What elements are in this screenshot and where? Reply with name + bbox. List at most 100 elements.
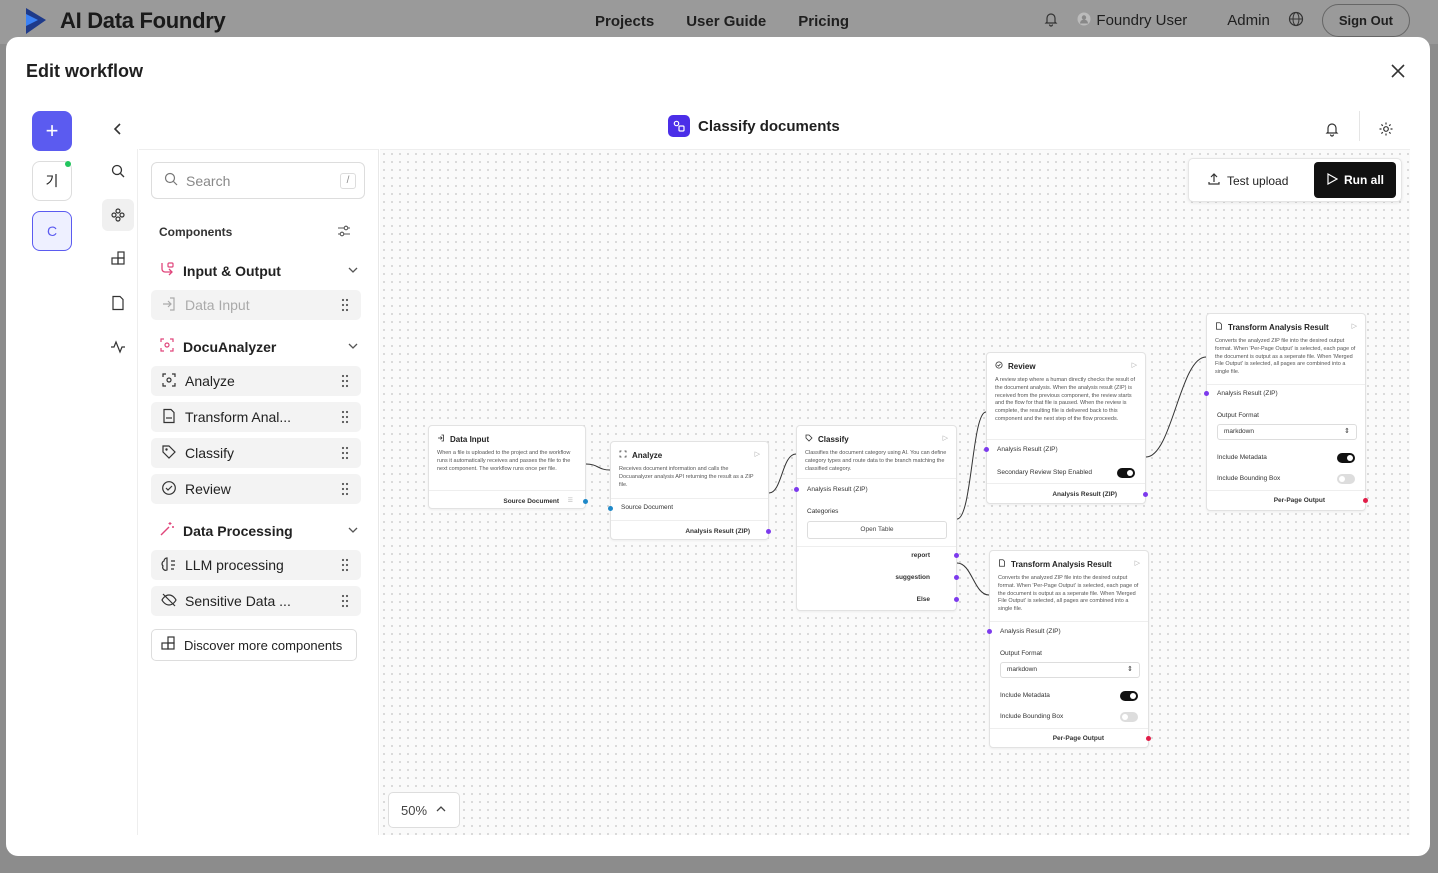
gear-icon[interactable] bbox=[1378, 121, 1394, 142]
drag-handle-icon[interactable] bbox=[341, 482, 349, 499]
output-port[interactable] bbox=[766, 529, 771, 534]
drag-handle-icon[interactable] bbox=[341, 594, 349, 611]
run-all-button[interactable]: Run all bbox=[1314, 162, 1396, 198]
group-data-processing[interactable]: Data Processing bbox=[159, 521, 359, 540]
node-description: Converts the analyzed ZIP file into the … bbox=[1215, 338, 1356, 376]
open-table-button[interactable]: Open Table bbox=[807, 521, 947, 539]
activity-tool-icon[interactable] bbox=[102, 331, 134, 363]
component-llm-processing[interactable]: LLM processing bbox=[151, 550, 361, 580]
discover-components-button[interactable]: Discover more components bbox=[151, 629, 357, 661]
secondary-review-label: Secondary Review Step Enabled bbox=[997, 469, 1093, 476]
components-tool-icon[interactable] bbox=[102, 199, 134, 231]
node-header: Classify bbox=[805, 434, 849, 444]
magic-wand-icon bbox=[159, 521, 175, 540]
play-icon[interactable]: ▷ bbox=[1352, 322, 1357, 330]
node-description: A review step where a human directly che… bbox=[995, 377, 1136, 422]
node-data-input[interactable]: Data Input When a file is uploaded to th… bbox=[428, 425, 588, 509]
chevron-down-icon bbox=[347, 263, 359, 279]
component-sensitive-data[interactable]: Sensitive Data ... bbox=[151, 586, 361, 616]
bell-icon[interactable] bbox=[1043, 11, 1059, 31]
group-input-output[interactable]: Input & Output bbox=[159, 261, 359, 280]
app-logo[interactable]: AI Data Foundry bbox=[24, 6, 226, 36]
play-icon[interactable]: ▷ bbox=[755, 450, 760, 458]
include-bbox-toggle[interactable] bbox=[1120, 712, 1138, 722]
port-analysis-result-in: Analysis Result (ZIP) bbox=[1000, 628, 1061, 635]
output-format-select[interactable]: markdown ⇕ bbox=[1000, 662, 1140, 678]
output-port-report[interactable] bbox=[954, 553, 959, 558]
node-description: When a file is uploaded to the project a… bbox=[437, 450, 571, 472]
component-data-input[interactable]: Data Input bbox=[151, 290, 361, 320]
close-icon[interactable] bbox=[1388, 61, 1408, 81]
output-port-suggestion[interactable] bbox=[954, 575, 959, 580]
select-chevron-icon: ⇕ bbox=[1344, 428, 1350, 435]
search-shortcut: / bbox=[340, 173, 356, 189]
group-label: DocuAnalyzer bbox=[183, 338, 277, 355]
port-analysis-result: Analysis Result (ZIP) bbox=[685, 528, 750, 535]
check-circle-icon bbox=[995, 361, 1003, 371]
input-port[interactable] bbox=[794, 487, 799, 492]
component-classify[interactable]: Classify bbox=[151, 438, 361, 468]
nav-projects[interactable]: Projects bbox=[595, 13, 654, 30]
drag-handle-icon[interactable] bbox=[341, 298, 349, 315]
run-all-label: Run all bbox=[1343, 173, 1384, 187]
nav-user-guide[interactable]: User Guide bbox=[686, 13, 766, 30]
user-menu[interactable]: Foundry User bbox=[1077, 12, 1187, 30]
output-port-else[interactable] bbox=[954, 597, 959, 602]
component-review[interactable]: Review bbox=[151, 474, 361, 504]
chevron-left-icon[interactable] bbox=[110, 121, 126, 137]
input-port[interactable] bbox=[1204, 391, 1209, 396]
node-analyze[interactable]: Analyze ▷ Receives document information … bbox=[608, 441, 771, 540]
output-port[interactable] bbox=[1143, 492, 1148, 497]
secondary-review-toggle[interactable] bbox=[1117, 468, 1135, 478]
filter-icon[interactable] bbox=[337, 224, 351, 243]
input-output-icon bbox=[159, 261, 175, 280]
node-classify[interactable]: Classify ▷ Classifies the document categ… bbox=[794, 425, 959, 611]
output-format-label: Output Format bbox=[1000, 650, 1042, 657]
node-transform-bottom[interactable]: Transform Analysis Result ▷ Converts the… bbox=[987, 550, 1151, 748]
component-analyze[interactable]: Analyze bbox=[151, 366, 361, 396]
zoom-control[interactable]: 50% bbox=[388, 792, 460, 828]
play-icon[interactable]: ▷ bbox=[1135, 559, 1140, 567]
scan-icon bbox=[161, 372, 177, 391]
include-metadata-toggle[interactable] bbox=[1120, 691, 1138, 701]
test-upload-button[interactable]: Test upload bbox=[1207, 172, 1288, 189]
sign-out-button[interactable]: Sign Out bbox=[1321, 4, 1410, 37]
drag-handle-icon[interactable] bbox=[341, 446, 349, 463]
add-workspace-button[interactable]: + bbox=[32, 111, 72, 151]
include-metadata-toggle[interactable] bbox=[1337, 453, 1355, 463]
output-port[interactable] bbox=[1146, 736, 1151, 741]
workflow-canvas[interactable]: Test upload Run all Data Input When a fi… bbox=[380, 149, 1410, 835]
file-transform-icon bbox=[161, 408, 177, 427]
output-format-label: Output Format bbox=[1217, 412, 1259, 419]
node-divider bbox=[987, 483, 1145, 484]
drag-handle-icon[interactable] bbox=[341, 558, 349, 575]
output-format-select[interactable]: markdown ⇕ bbox=[1217, 424, 1357, 440]
node-transform-top[interactable]: Transform Analysis Result ▷ Converts the… bbox=[1204, 313, 1368, 511]
notification-bell-icon[interactable] bbox=[1324, 121, 1340, 142]
blocks-icon bbox=[160, 635, 176, 655]
include-bbox-toggle[interactable] bbox=[1337, 474, 1355, 484]
node-review[interactable]: Review ▷ A review step where a human dir… bbox=[984, 352, 1148, 504]
input-port[interactable] bbox=[984, 447, 989, 452]
drag-handle-icon[interactable] bbox=[341, 410, 349, 427]
search-tool-icon[interactable] bbox=[102, 155, 134, 187]
component-transform[interactable]: Transform Anal... bbox=[151, 402, 361, 432]
chevron-down-icon bbox=[347, 339, 359, 355]
output-port[interactable] bbox=[1363, 498, 1368, 503]
workspace-ko-button[interactable]: 기 bbox=[32, 161, 72, 201]
group-docuanalyzer[interactable]: DocuAnalyzer bbox=[159, 337, 359, 356]
component-search-input[interactable]: Search / bbox=[151, 162, 365, 199]
output-port[interactable] bbox=[583, 499, 588, 504]
file-tool-icon[interactable] bbox=[102, 287, 134, 319]
port-analysis-result-out: Analysis Result (ZIP) bbox=[1052, 491, 1117, 498]
node-divider bbox=[611, 520, 768, 521]
play-icon[interactable]: ▷ bbox=[1132, 361, 1137, 369]
workspace-c-button[interactable]: C bbox=[32, 211, 72, 251]
play-icon[interactable]: ▷ bbox=[943, 434, 948, 442]
input-port[interactable] bbox=[608, 506, 613, 511]
drag-handle-icon[interactable] bbox=[341, 374, 349, 391]
nav-pricing[interactable]: Pricing bbox=[798, 13, 849, 30]
input-port[interactable] bbox=[987, 629, 992, 634]
globe-icon[interactable] bbox=[1288, 11, 1304, 31]
blocks-tool-icon[interactable] bbox=[102, 243, 134, 275]
